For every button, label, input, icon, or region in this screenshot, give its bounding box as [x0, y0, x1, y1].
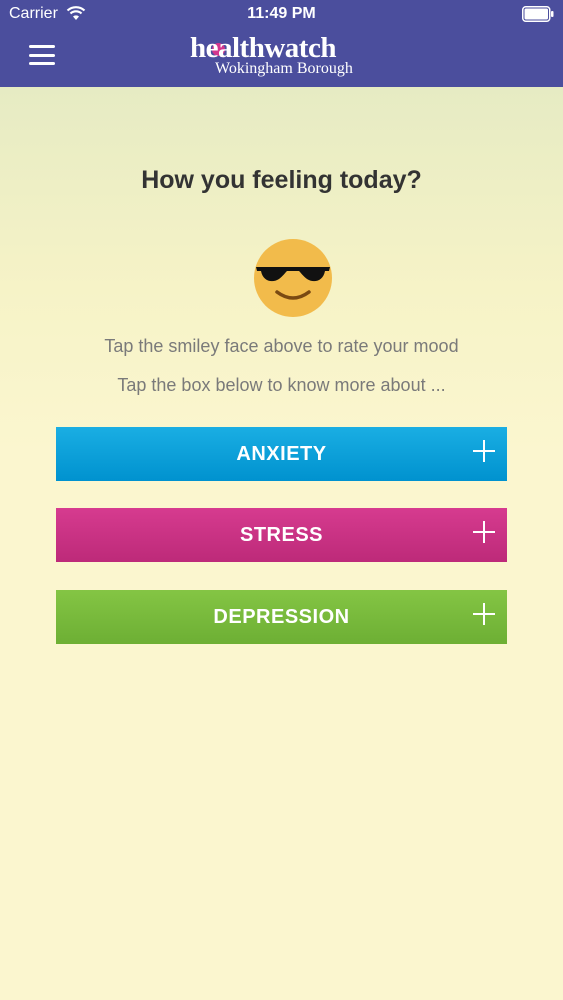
hint-rate-mood: Tap the smiley face above to rate your m…	[104, 336, 459, 356]
status-bar: Carrier 11:49 PM	[0, 0, 563, 30]
cool-sunglasses-smiley-icon[interactable]	[253, 238, 333, 318]
topic-label: DEPRESSION	[213, 605, 350, 628]
hint-know-more: Tap the box below to know more about ...	[117, 375, 446, 395]
topic-label: ANXIETY	[236, 442, 327, 465]
plus-icon	[473, 440, 495, 462]
healthwatch-logo: healthwatch Wokingham Borough	[190, 33, 380, 83]
plus-icon	[473, 521, 495, 543]
status-time: 11:49 PM	[247, 5, 316, 22]
topic-depression-button[interactable]: DEPRESSION	[56, 590, 507, 644]
app-header: Carrier 11:49 PM healthwatch Wokingham B…	[0, 0, 563, 87]
logo-sub-text: Wokingham Borough	[215, 60, 353, 77]
topic-label: STRESS	[239, 523, 324, 546]
page-title: How you feeling today?	[141, 166, 422, 194]
battery-icon	[522, 6, 554, 22]
plus-icon	[473, 603, 495, 625]
topic-anxiety-button[interactable]: ANXIETY	[56, 427, 507, 481]
topic-stress-button[interactable]: STRESS	[56, 508, 507, 562]
menu-button[interactable]	[27, 43, 57, 67]
logo-main-text: healthwatch	[190, 32, 336, 64]
hamburger-menu-icon	[29, 45, 55, 48]
